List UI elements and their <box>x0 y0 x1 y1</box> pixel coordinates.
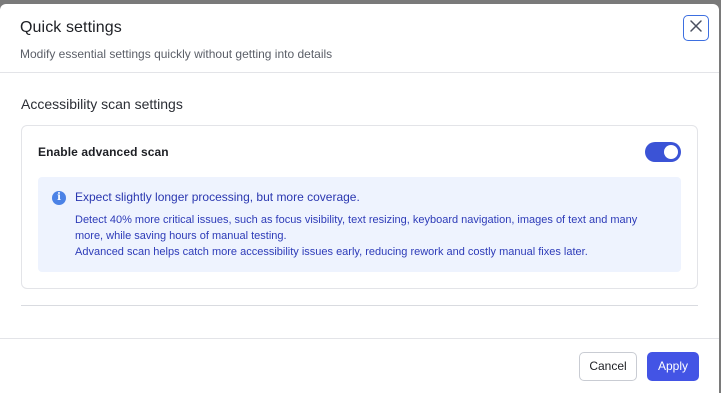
info-callout: i Expect slightly longer processing, but… <box>38 177 681 272</box>
close-icon <box>689 19 703 38</box>
info-title: Expect slightly longer processing, but m… <box>75 190 360 204</box>
advanced-scan-toggle[interactable] <box>645 142 681 162</box>
advanced-scan-card: Enable advanced scan i Expect slightly l… <box>21 125 698 289</box>
modal-title: Quick settings <box>20 19 122 36</box>
info-line-detect: Detect 40% more critical issues, such as… <box>75 214 638 242</box>
modal-subtitle: Modify essential settings quickly withou… <box>20 47 333 61</box>
section-title: Accessibility scan settings <box>21 96 183 112</box>
close-button[interactable] <box>683 15 709 41</box>
apply-button[interactable]: Apply <box>647 351 699 381</box>
info-content: Expect slightly longer processing, but m… <box>75 189 665 260</box>
modal-header: Quick settings Modify essential settings… <box>0 4 719 73</box>
divider <box>21 305 698 306</box>
modal-body: Accessibility scan settings Enable advan… <box>0 73 719 306</box>
advanced-scan-label: Enable advanced scan <box>38 145 169 159</box>
info-icon: i <box>52 191 66 205</box>
modal-footer: Cancel Apply <box>0 338 719 393</box>
cancel-button[interactable]: Cancel <box>579 351 637 381</box>
toggle-knob <box>664 145 678 159</box>
quick-settings-modal: Quick settings Modify essential settings… <box>0 4 719 393</box>
advanced-scan-row: Enable advanced scan <box>38 142 681 162</box>
info-line-advanced: Advanced scan helps catch more accessibi… <box>75 246 588 258</box>
